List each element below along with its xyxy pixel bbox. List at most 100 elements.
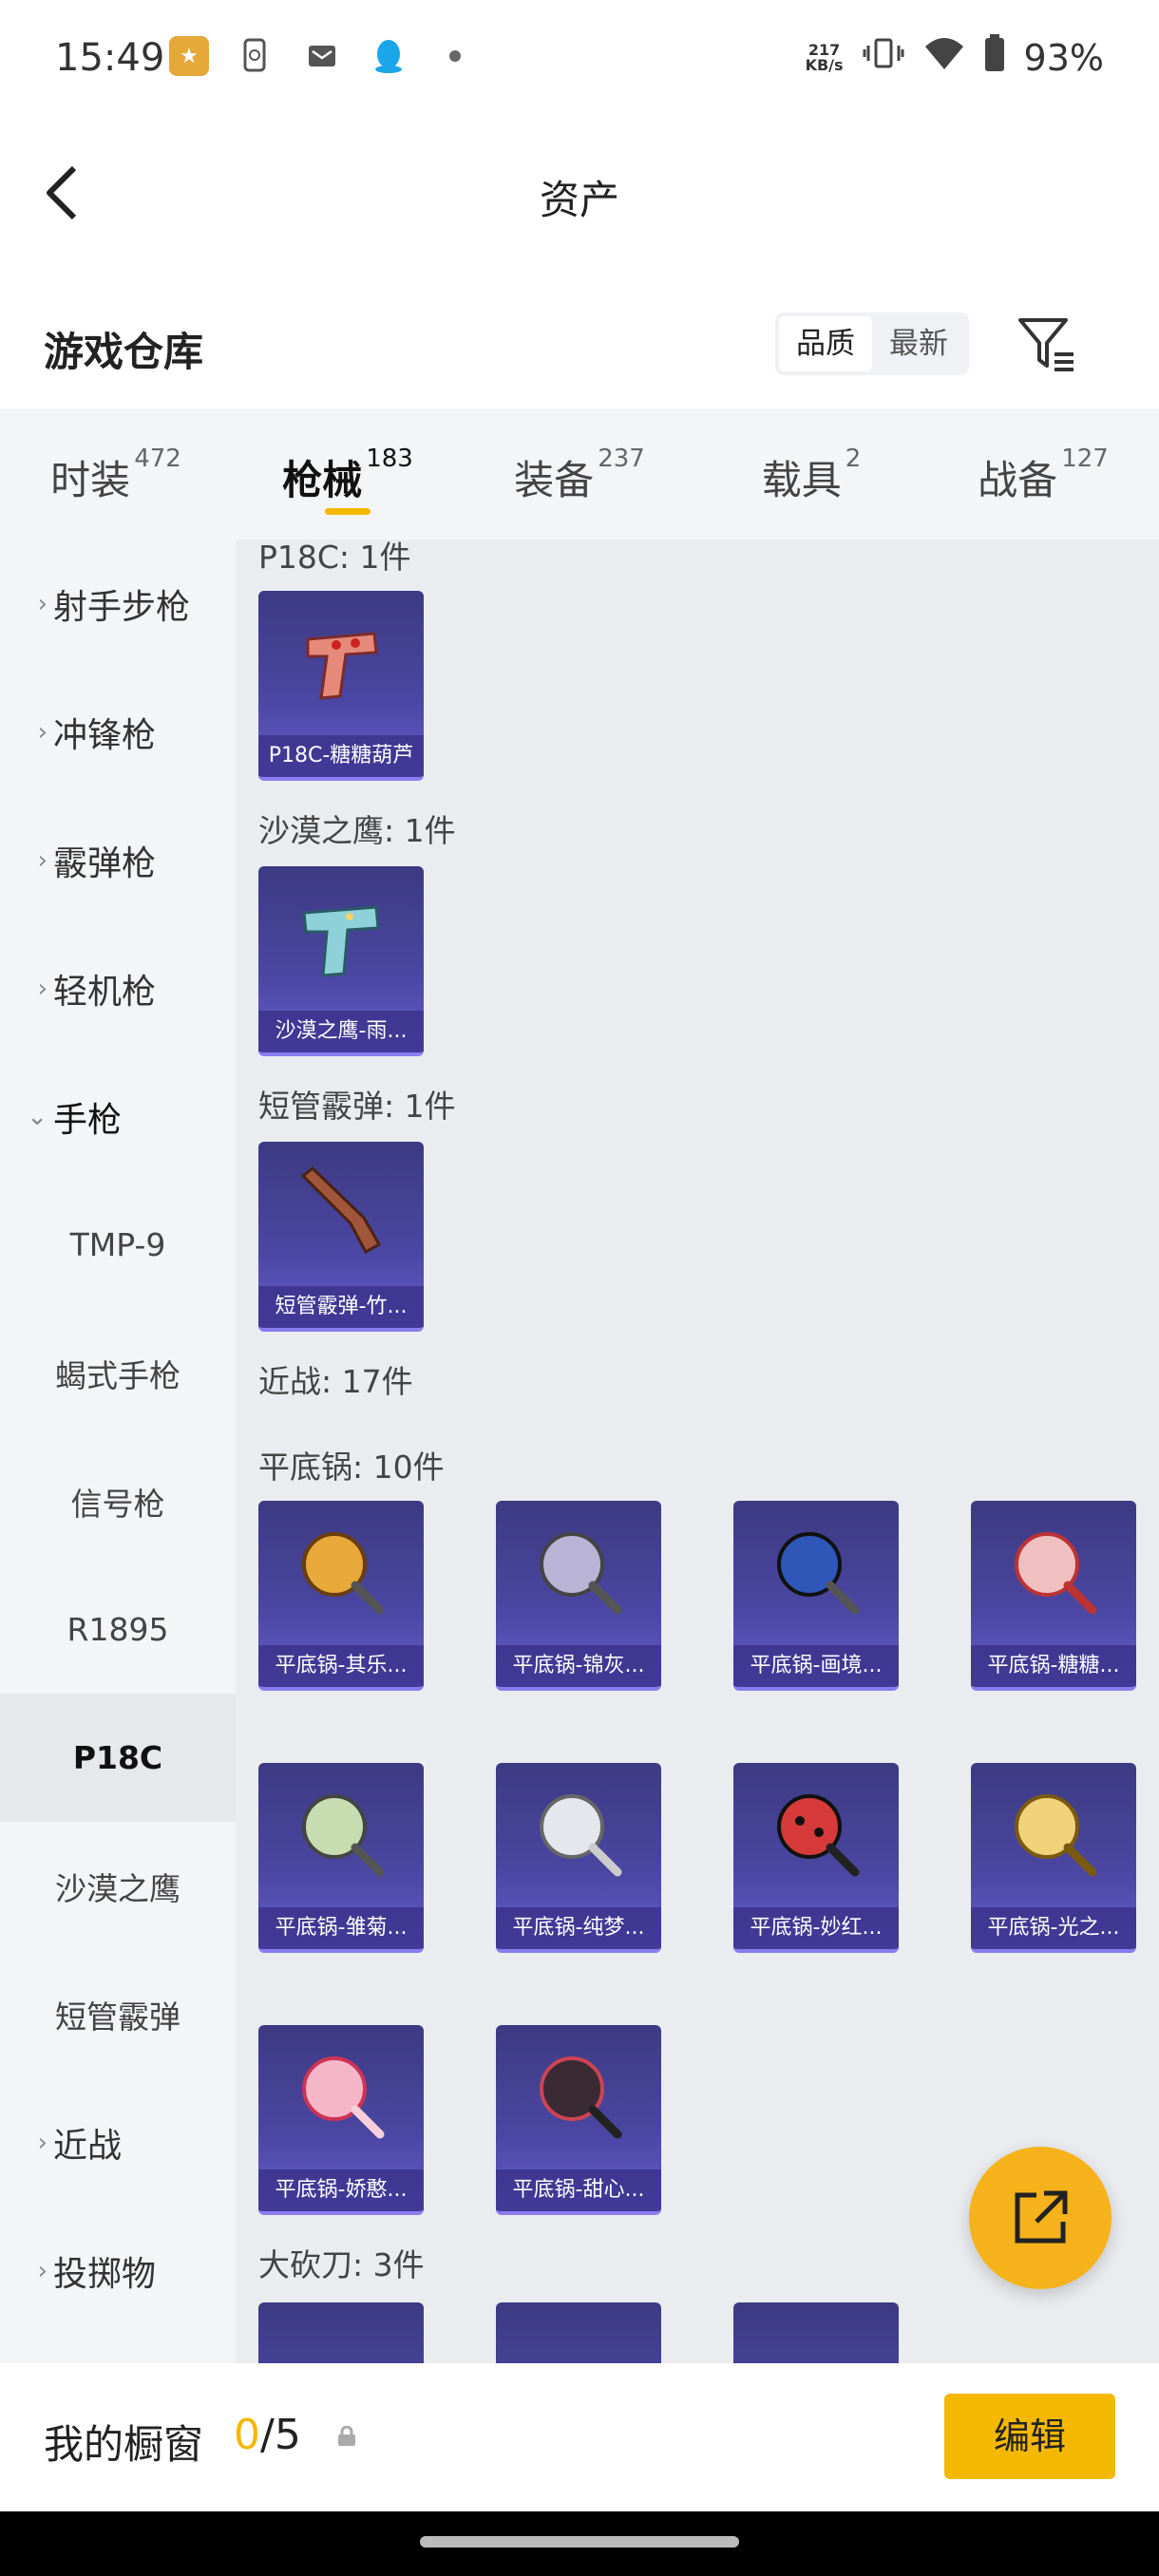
sidebar-item-label: 射手步枪: [53, 587, 191, 627]
group-title: 短管霰弹: 1件: [258, 1088, 456, 1125]
sidebar-item-shotgun[interactable]: › 霰弹枪: [0, 796, 236, 924]
sidebar-item-pistol[interactable]: ⌄ 手枪: [0, 1052, 236, 1181]
sidebar-subitem-sawed-off[interactable]: 短管霰弹: [0, 1950, 236, 2078]
item-card[interactable]: 平底锅-糖糖...: [971, 1501, 1136, 1691]
sidebar-item-melee[interactable]: › 近战: [0, 2078, 236, 2207]
machete-icon: [496, 2302, 661, 2363]
sidebar-item-label: 霰弹枪: [53, 843, 157, 883]
tab-label: 装备: [514, 457, 595, 503]
mail-icon: [302, 36, 342, 76]
item-card[interactable]: 平底锅-娇憨...: [258, 2025, 424, 2215]
chevron-right-icon: ›: [37, 2128, 48, 2157]
item-card[interactable]: 平底锅-锦灰...: [496, 1501, 661, 1691]
sidebar: › 射手步枪 › 冲锋枪 › 霰弹枪 › 轻机枪 ⌄ 手枪 TMP-9 蝎式手枪 信号枪 …: [0, 540, 236, 2363]
status-bar: 15:49 ★ 217 KB/s 93%: [0, 0, 1159, 119]
pistol-skin-icon: [258, 591, 424, 735]
item-card[interactable]: [733, 2302, 899, 2363]
sidebar-item-marksman-rifle[interactable]: › 射手步枪: [0, 540, 236, 668]
status-right: 217 KB/s 93%: [806, 34, 1104, 81]
showcase-total: /5: [260, 2411, 301, 2459]
item-card[interactable]: 平底锅-光之...: [971, 1763, 1136, 1953]
system-nav-bar: [0, 2511, 1159, 2576]
status-time: 15:49: [55, 36, 165, 80]
sidebar-item-smg[interactable]: › 冲锋枪: [0, 668, 236, 796]
tab-count: 237: [598, 445, 645, 473]
tab-fashion[interactable]: 时装 472: [0, 408, 232, 540]
item-card[interactable]: 平底锅-雏菊...: [258, 1763, 424, 1953]
group-title: 平底锅: 10件: [258, 1449, 445, 1486]
group-title: 近战: 17件: [258, 1363, 413, 1400]
active-tab-indicator: [325, 508, 370, 515]
item-card[interactable]: 短管霰弹-竹...: [258, 1142, 424, 1332]
chevron-right-icon: ›: [37, 974, 48, 1003]
sidebar-subitem-flare-gun[interactable]: 信号枪: [0, 1437, 236, 1565]
tab-equipment[interactable]: 装备 237: [464, 408, 695, 540]
sidebar-item-label: 投掷物: [53, 2254, 157, 2294]
item-card[interactable]: 沙漠之鹰-雨...: [258, 866, 424, 1056]
item-name: 平底锅-纯梦...: [496, 1907, 661, 1949]
sort-quality-button[interactable]: 品质: [779, 316, 872, 371]
chevron-right-icon: ›: [37, 717, 48, 747]
group-title: 大砍刀: 3件: [258, 2246, 425, 2283]
battery-percent: 93%: [1023, 36, 1104, 79]
category-tabs: 时装 472 枪械 183 装备 237 载具 2 战备 127: [0, 408, 1159, 540]
group-title: 沙漠之鹰: 1件: [258, 812, 456, 849]
pan-icon: [971, 1501, 1136, 1645]
item-card[interactable]: P18C-糖糖葫芦: [258, 591, 424, 781]
tab-count: 127: [1061, 445, 1109, 473]
item-card[interactable]: 平底锅-画境...: [733, 1501, 899, 1691]
net-speed: 217 KB/s: [805, 42, 844, 74]
sidebar-subitem-tmp9[interactable]: TMP-9: [0, 1181, 236, 1309]
item-name: 平底锅-甜心...: [496, 2169, 661, 2211]
dot-icon: [435, 36, 475, 76]
item-name: 平底锅-娇憨...: [258, 2169, 424, 2211]
item-card[interactable]: 平底锅-其乐...: [258, 1501, 424, 1691]
shotgun-skin-icon: [258, 1142, 424, 1286]
game-app-icon: ★: [169, 36, 209, 76]
sort-latest-button[interactable]: 最新: [872, 316, 965, 371]
item-card[interactable]: 平底锅-纯梦...: [496, 1763, 661, 1953]
item-name: 平底锅-画境...: [733, 1645, 899, 1687]
item-card[interactable]: 平底锅-妙红...: [733, 1763, 899, 1953]
sidebar-item-lmg[interactable]: › 轻机枪: [0, 924, 236, 1052]
tab-combat-supplies[interactable]: 战备 127: [927, 408, 1159, 540]
vibrate-icon: [863, 34, 904, 81]
sidebar-item-label: 冲锋枪: [53, 715, 157, 755]
sidebar-item-throwables[interactable]: › 投掷物: [0, 2207, 236, 2335]
share-icon: [1015, 2190, 1068, 2244]
tab-label: 时装: [50, 457, 131, 503]
share-button[interactable]: [969, 2147, 1112, 2289]
edit-button[interactable]: 编辑: [944, 2394, 1115, 2479]
filter-button[interactable]: [1016, 314, 1077, 375]
sidebar-item-label: 手枪: [53, 1100, 123, 1140]
warehouse-title: 游戏仓库: [44, 329, 204, 375]
pan-icon: [971, 1763, 1136, 1907]
tab-count: 183: [366, 445, 413, 473]
pan-icon: [258, 1501, 424, 1645]
sidebar-subitem-p18c[interactable]: P18C: [0, 1694, 236, 1822]
item-card[interactable]: [496, 2302, 661, 2363]
pan-icon: [733, 1501, 899, 1645]
tab-label: 枪械: [282, 457, 363, 503]
item-name: 平底锅-雏菊...: [258, 1907, 424, 1949]
item-name: 短管霰弹-竹...: [258, 1286, 424, 1328]
pan-icon: [258, 2025, 424, 2169]
pan-icon: [496, 1501, 661, 1645]
showcase-bar: 我的橱窗 0/5 编辑: [0, 2363, 1159, 2511]
chevron-right-icon: ›: [37, 2256, 48, 2285]
showcase-label: 我的橱窗: [44, 2421, 204, 2468]
warehouse-bar: 游戏仓库 品质 最新: [0, 271, 1159, 408]
tab-label: 载具: [761, 457, 842, 503]
group-title: P18C: 1件: [258, 540, 411, 576]
home-gesture-bar[interactable]: [420, 2536, 739, 2548]
sidebar-subitem-r1895[interactable]: R1895: [0, 1565, 236, 1694]
tab-vehicles[interactable]: 载具 2: [695, 408, 927, 540]
sidebar-subitem-desert-eagle[interactable]: 沙漠之鹰: [0, 1822, 236, 1950]
item-card[interactable]: 平底锅-甜心...: [496, 2025, 661, 2215]
net-speed-unit: KB/s: [805, 55, 844, 74]
item-card[interactable]: [258, 2302, 424, 2363]
filter-icon: [1018, 318, 1074, 371]
sidebar-subitem-skorpion[interactable]: 蝎式手枪: [0, 1309, 236, 1437]
item-name: 平底锅-糖糖...: [971, 1645, 1136, 1687]
tab-guns[interactable]: 枪械 183: [232, 408, 464, 540]
